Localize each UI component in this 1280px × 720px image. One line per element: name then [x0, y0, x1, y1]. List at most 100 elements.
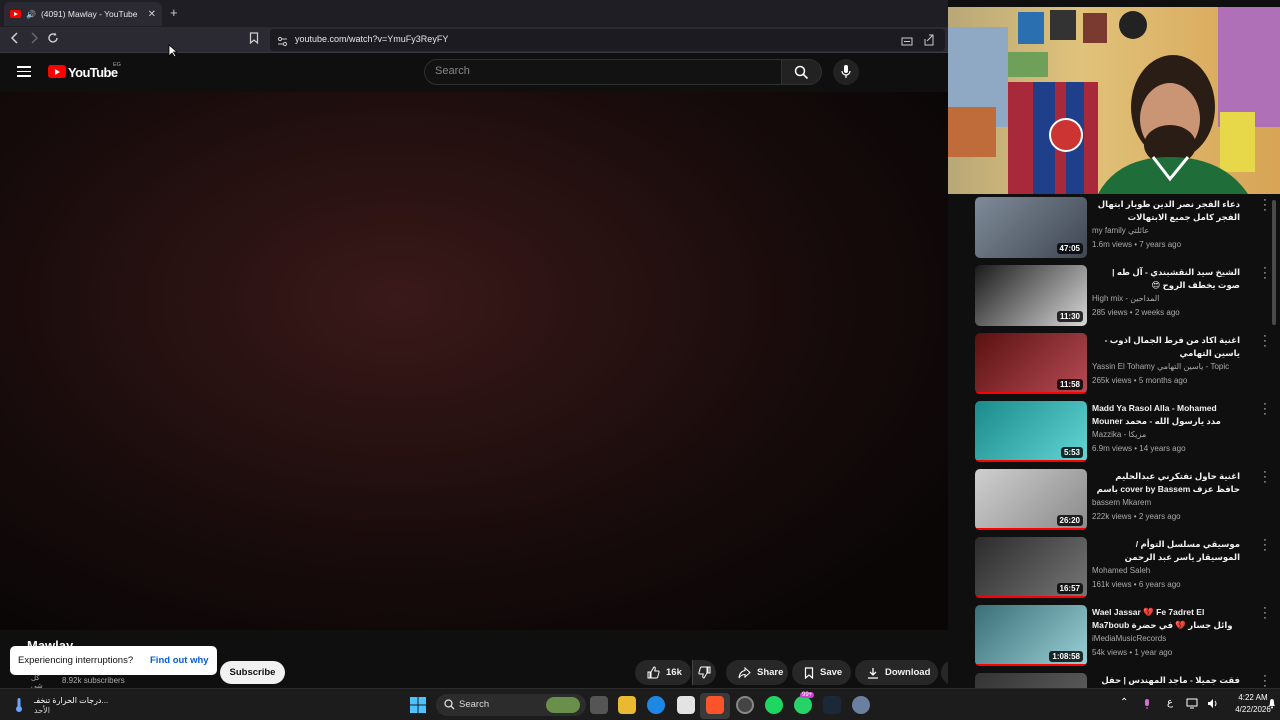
recommended-video[interactable]: فقت جميلا - ماجد المهندس | حفل ليلة ···	[975, 671, 1280, 688]
network-icon[interactable]	[1186, 698, 1198, 709]
more-options-icon[interactable]: · · ·	[1261, 603, 1269, 624]
recommended-video[interactable]: 16:57 موسيقي مسلسل التوأم / الموسيقار ياس…	[975, 535, 1280, 599]
recommended-video[interactable]: 1:08:58 Wael Jassar 💔 Fe 7adret El Ma7bou…	[975, 603, 1280, 667]
taskbar-search-label: Search	[459, 699, 490, 710]
search-button[interactable]	[782, 59, 822, 85]
like-button[interactable]: 16k	[635, 660, 691, 685]
recommended-video-title[interactable]: دعاء الفجر نصر الدين طوبار ابتهال الفجر …	[1092, 198, 1240, 225]
share-button[interactable]: Share	[726, 660, 788, 685]
recommended-video-title[interactable]: اغنية اكاد من فرط الجمال اذوب - ياسين ال…	[1092, 334, 1240, 360]
bell-icon[interactable]	[1268, 698, 1276, 709]
taskbar-search[interactable]: Search	[436, 694, 586, 716]
input-language[interactable]: ع	[1167, 697, 1173, 708]
youtube-logo-icon[interactable]	[48, 65, 66, 78]
steam-icon[interactable]	[823, 696, 841, 714]
more-options-icon[interactable]: · · ·	[1261, 399, 1269, 420]
address-bar[interactable]: youtube.com/watch?v=YmuFy3ReyFY	[270, 29, 945, 51]
video-thumbnail[interactable]: 5:53	[975, 401, 1087, 462]
channel-name[interactable]: Mazzika - مزيكا	[1092, 430, 1146, 439]
webcam-overlay	[948, 7, 1280, 194]
recommended-video-title[interactable]: Wael Jassar 💔 Fe 7adret El Ma7boub وائل …	[1092, 606, 1240, 633]
bookmark-icon[interactable]	[249, 32, 259, 47]
download-button[interactable]: Download	[855, 660, 938, 685]
video-meta: 222k views • 2 years ago	[1092, 512, 1181, 521]
brave-browser-icon[interactable]	[706, 696, 724, 714]
video-thumbnail[interactable]: 1:08:58	[975, 605, 1087, 666]
browser-tab[interactable]: 🔊 (4091) Mawlay - YouTube ✕	[4, 2, 162, 26]
settings-gear-icon[interactable]	[852, 696, 870, 714]
edge-browser-icon[interactable]	[647, 696, 665, 714]
recommended-video[interactable]: 5:53 Madd Ya Rasol Alla - Mohamed Mouner …	[975, 399, 1280, 463]
voice-search-button[interactable]	[833, 59, 859, 85]
channel-name[interactable]: Yassin El Tohamy ياسين التهامي - Topic	[1092, 362, 1229, 371]
country-code: EG	[113, 62, 121, 68]
video-thumbnail[interactable]: 47:05	[975, 197, 1087, 258]
save-button[interactable]: Save	[792, 660, 851, 685]
recommended-video-title[interactable]: موسيقي مسلسل التوأم / الموسيقار ياسر عبد…	[1092, 538, 1240, 564]
browser-toolbar: youtube.com/watch?v=YmuFy3ReyFY	[0, 27, 948, 53]
weather-widget[interactable]: درجات الحرارة تنخفـ... الأحد	[10, 694, 130, 716]
recommended-video[interactable]: 11:58 اغنية اكاد من فرط الجمال اذوب - ياس…	[975, 331, 1280, 395]
weather-headline: درجات الحرارة تنخفـ...	[34, 696, 109, 705]
channel-avatar[interactable]: كل شي	[31, 674, 53, 690]
recommended-video[interactable]: 47:05 دعاء الفجر نصر الدين طوبار ابتهال ا…	[975, 195, 1280, 259]
sidebar-scrollbar[interactable]	[1272, 200, 1276, 325]
site-settings-icon[interactable]	[277, 34, 288, 52]
search-box[interactable]	[424, 59, 782, 85]
video-duration: 11:58	[1056, 379, 1083, 390]
spotify-icon[interactable]	[765, 696, 783, 714]
youtube-header: YouTube EG	[0, 54, 948, 92]
more-options-icon[interactable]: · · ·	[1261, 671, 1269, 689]
dislike-button[interactable]	[692, 660, 716, 685]
microphone-tray-icon[interactable]	[1143, 698, 1151, 710]
back-icon[interactable]	[10, 32, 20, 47]
hamburger-menu-icon[interactable]	[17, 66, 31, 77]
video-thumbnail[interactable]: 11:58	[975, 333, 1087, 394]
subscribe-button[interactable]: Subscribe	[220, 661, 285, 684]
meta-separator: •	[1131, 512, 1139, 521]
recommended-video-title[interactable]: اغنية حاول تفتكرني عبدالحليم حافظ عزف co…	[1092, 470, 1240, 497]
task-view-icon[interactable]	[590, 696, 608, 714]
video-player[interactable]	[0, 92, 948, 640]
new-tab-button[interactable]: +	[170, 5, 178, 20]
whatsapp-icon[interactable]	[794, 696, 812, 714]
find-out-why-link[interactable]: Find out why	[150, 655, 209, 666]
more-options-icon[interactable]: · · ·	[1261, 467, 1269, 488]
taskbar-search-icon	[444, 699, 455, 710]
forward-icon[interactable]	[29, 32, 39, 47]
channel-name[interactable]: bassem Mkarem	[1092, 498, 1151, 507]
notification-badge: 99+	[800, 692, 815, 698]
video-thumbnail[interactable]: 11:30	[975, 265, 1087, 326]
channel-name[interactable]: Mohamed Saleh	[1092, 566, 1150, 575]
video-thumbnail[interactable]	[975, 673, 1087, 688]
recommended-video[interactable]: 26:20 اغنية حاول تفتكرني عبدالحليم حافظ ع…	[975, 467, 1280, 531]
channel-name[interactable]: iMediaMusicRecords	[1092, 634, 1166, 643]
more-options-icon[interactable]: · · ·	[1261, 535, 1269, 556]
youtube-logo-text[interactable]: YouTube	[68, 65, 118, 80]
recommended-video-title[interactable]: فقت جميلا - ماجد المهندس | حفل ليلة	[1092, 674, 1240, 688]
channel-name[interactable]: High mix - المداحين	[1092, 294, 1159, 303]
chevron-up-icon[interactable]: ⌃	[1120, 697, 1128, 708]
speaker-icon[interactable]: 🔊	[26, 10, 36, 19]
recommended-video-title[interactable]: Madd Ya Rasol Alla - Mohamed Mouner مدد …	[1092, 402, 1240, 429]
windows-start-icon[interactable]	[410, 697, 426, 713]
search-input[interactable]	[435, 65, 775, 77]
more-options-icon[interactable]: · · ·	[1261, 331, 1269, 352]
view-count: 222k views	[1092, 512, 1132, 521]
recommended-video-title[interactable]: الشيخ سيد النقشبندي - آل طه | صوت يخطف ا…	[1092, 266, 1240, 292]
reload-icon[interactable]	[47, 32, 59, 47]
more-options-icon[interactable]: · · ·	[1261, 195, 1269, 216]
volume-icon[interactable]	[1207, 698, 1219, 709]
recommended-video[interactable]: 11:30 الشيخ سيد النقشبندي - آل طه | صوت ي…	[975, 263, 1280, 327]
cast-icon[interactable]	[901, 34, 913, 52]
watch-progress-bar	[975, 528, 1087, 530]
github-desktop-icon[interactable]	[736, 696, 754, 714]
video-thumbnail[interactable]: 16:57	[975, 537, 1087, 598]
channel-name[interactable]: my family عائلتي	[1092, 226, 1149, 235]
store-icon[interactable]	[677, 696, 695, 714]
more-options-icon[interactable]: · · ·	[1261, 263, 1269, 284]
file-explorer-icon[interactable]	[618, 696, 636, 714]
share-page-icon[interactable]	[923, 33, 935, 51]
close-tab-icon[interactable]: ✕	[148, 9, 156, 20]
video-thumbnail[interactable]: 26:20	[975, 469, 1087, 530]
